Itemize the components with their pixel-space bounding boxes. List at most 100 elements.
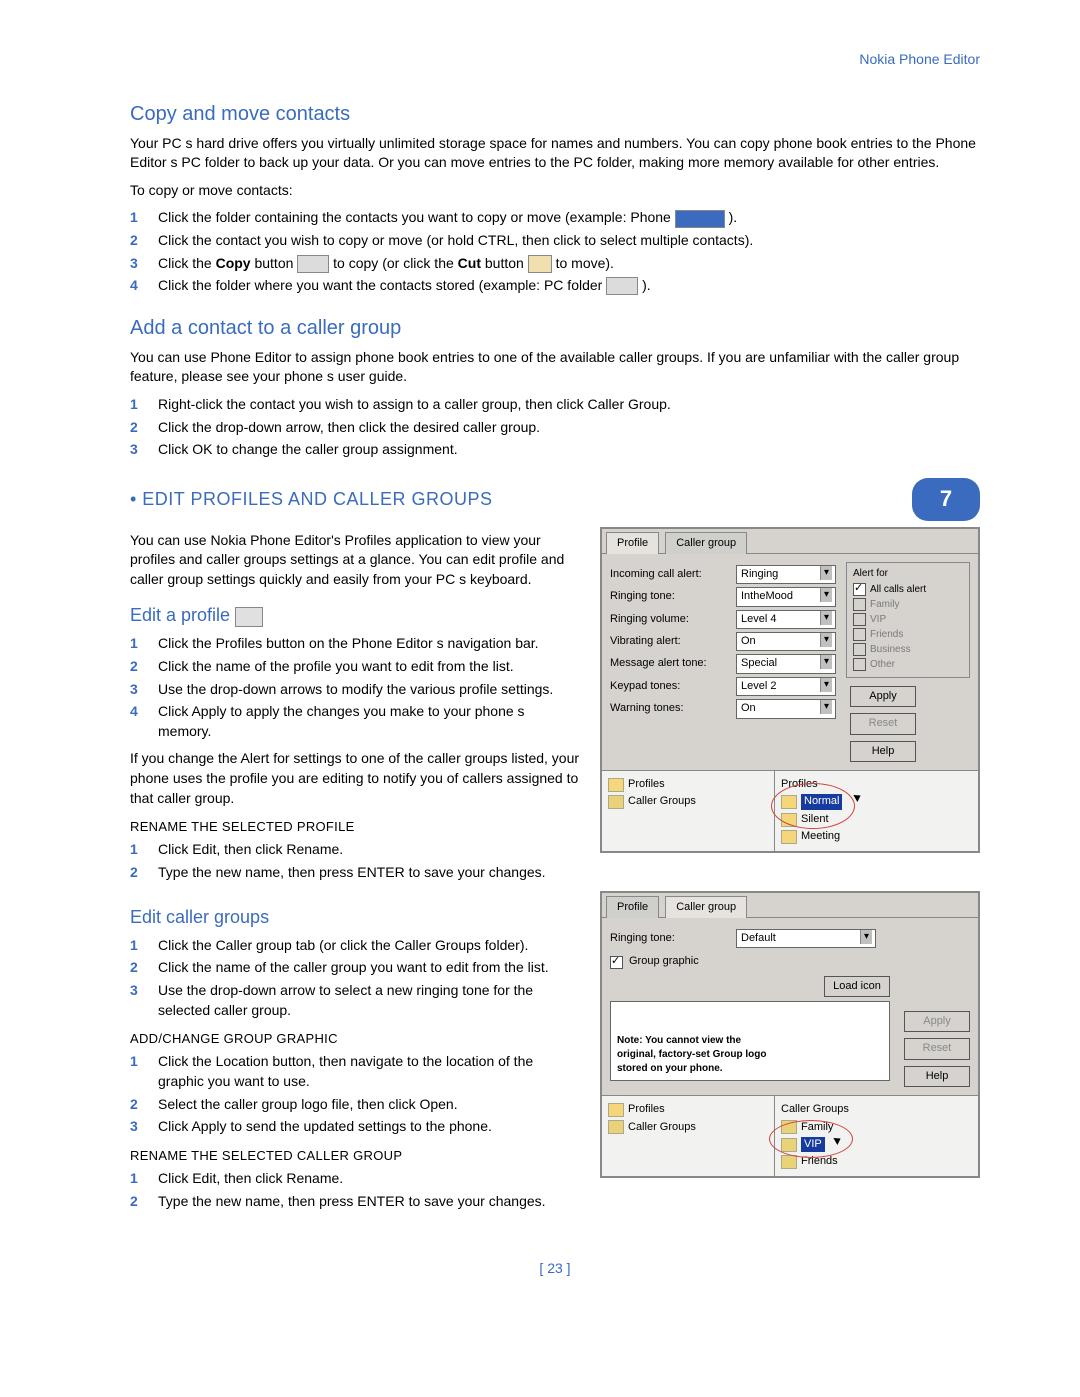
tree-right: Profiles Normal Silent Meeting [775, 771, 978, 851]
chapter-badge: 7 [912, 478, 980, 521]
step-text: Click the Copy button to copy (or click … [158, 254, 614, 274]
tab-profile[interactable]: Profile [606, 532, 659, 554]
checkbox-all-calls[interactable] [853, 583, 866, 596]
phone-folder-icon [675, 210, 725, 228]
step-text: Right-click the contact you wish to assi… [158, 395, 671, 415]
select-message-alert[interactable]: Special [736, 654, 836, 673]
folder-icon [608, 1120, 624, 1134]
select-keypad-tones[interactable]: Level 2 [736, 677, 836, 696]
tree-item-meeting[interactable]: Meeting [801, 829, 840, 844]
subheading: RENAME THE SELECTED CALLER GROUP [130, 1147, 580, 1165]
step-num: 4 [130, 702, 144, 741]
label: VIP [870, 613, 886, 627]
help-button[interactable]: Help [850, 741, 916, 762]
select-incoming-alert[interactable]: Ringing [736, 565, 836, 584]
text: Edit a profile [130, 605, 230, 625]
load-icon-button[interactable]: Load icon [824, 976, 890, 997]
group-icon [781, 1120, 797, 1134]
reset-button[interactable]: Reset [850, 713, 916, 734]
steps-copy-move: 1 Click the folder containing the contac… [130, 208, 980, 295]
graphic-preview: Note: You cannot view the original, fact… [610, 1001, 890, 1081]
screenshot-caller-group-panel: Profile Caller group Ringing tone: Defau… [600, 891, 980, 1179]
step-text: Click the Location button, then navigate… [158, 1052, 580, 1091]
select-ringing-tone[interactable]: Default [736, 929, 876, 948]
tree-item-caller-groups[interactable]: Caller Groups [628, 1120, 696, 1135]
tree-item-normal[interactable]: Normal [801, 794, 842, 809]
tree-item-family[interactable]: Family [801, 1120, 833, 1135]
tree-header: Profiles [781, 777, 818, 792]
steps-edit-caller-groups: 1Click the Caller group tab (or click th… [130, 936, 580, 1020]
paragraph: You can use Nokia Phone Editor's Profile… [130, 531, 580, 590]
tree-item-profiles[interactable]: Profiles [628, 1102, 665, 1117]
profile-icon [235, 607, 263, 627]
label: Warning tones: [610, 701, 730, 716]
step-text: Click Apply to apply the changes you mak… [158, 702, 580, 741]
tree-item-friends[interactable]: Friends [801, 1154, 838, 1169]
alert-for-group: Alert for All calls alert Family VIP Fri… [846, 562, 970, 678]
subheading: RENAME THE SELECTED PROFILE [130, 818, 580, 836]
text: Your PC s hard drive offers you virtuall… [130, 135, 976, 171]
step-text: Click the Profiles button on the Phone E… [158, 634, 539, 654]
checkbox-group-graphic[interactable] [610, 956, 623, 969]
paragraph: Your PC s hard drive offers you virtuall… [130, 134, 980, 173]
tab-caller-group[interactable]: Caller group [665, 896, 747, 918]
label: Message alert tone: [610, 656, 730, 671]
step-text: Click the contact you wish to copy or mo… [158, 231, 753, 251]
select-ringing-volume[interactable]: Level 4 [736, 610, 836, 629]
step-num: 2 [130, 231, 144, 251]
heading-copy-move: Copy and move contacts [130, 100, 980, 128]
checkbox-vip[interactable] [853, 613, 866, 626]
label: Family [870, 598, 899, 612]
help-button[interactable]: Help [904, 1066, 970, 1087]
label: Friends [870, 628, 903, 642]
folder-icon [608, 778, 624, 792]
select-ringing-tone[interactable]: IntheMood [736, 587, 836, 606]
cut-button-icon [528, 255, 552, 273]
step-num: 1 [130, 395, 144, 415]
step-text: Click Apply to send the updated settings… [158, 1117, 492, 1137]
step-text: Click the drop-down arrow, then click th… [158, 418, 540, 438]
reset-button[interactable]: Reset [904, 1038, 970, 1059]
tree-left: Profiles Caller Groups [602, 1096, 775, 1176]
step-text: Click the name of the profile you want t… [158, 657, 514, 677]
tab-caller-group[interactable]: Caller group [665, 532, 747, 554]
group-icon [781, 1138, 797, 1152]
tab-profile[interactable]: Profile [606, 896, 659, 918]
screenshot-profile-panel: Profile Caller group Incoming call alert… [600, 527, 980, 854]
tree-left: Profiles Caller Groups [602, 771, 775, 851]
step-num: 1 [130, 1169, 144, 1189]
checkbox-business[interactable] [853, 643, 866, 656]
note-text: Note: You cannot view the original, fact… [617, 1034, 777, 1076]
section-title: • EDIT PROFILES AND CALLER GROUPS [130, 487, 493, 512]
step-num: 2 [130, 1095, 144, 1115]
page-number: [ 23 ] [130, 1259, 980, 1279]
paragraph: To copy or move contacts: [130, 181, 980, 201]
checkbox-family[interactable] [853, 598, 866, 611]
step-text: Click OK to change the caller group assi… [158, 440, 458, 460]
label: Business [870, 643, 911, 657]
step-text: Type the new name, then press ENTER to s… [158, 863, 546, 883]
tree-right: Caller Groups Family VIP Friends [775, 1096, 978, 1176]
apply-button[interactable]: Apply [850, 686, 916, 707]
step-text: Click the name of the caller group you w… [158, 958, 549, 978]
step-num: 1 [130, 1052, 144, 1091]
label: Ringing volume: [610, 612, 730, 627]
tree-item-profiles[interactable]: Profiles [628, 777, 665, 792]
tree-item-silent[interactable]: Silent [801, 812, 829, 827]
step-num: 1 [130, 936, 144, 956]
checkbox-friends[interactable] [853, 628, 866, 641]
tree-item-vip[interactable]: VIP [801, 1137, 825, 1152]
steps-edit-profile: 1Click the Profiles button on the Phone … [130, 634, 580, 741]
step-num: 2 [130, 1192, 144, 1212]
select-vibrating-alert[interactable]: On [736, 632, 836, 651]
label: Ringing tone: [610, 931, 730, 946]
pc-folder-icon [606, 277, 638, 295]
step-num: 2 [130, 958, 144, 978]
select-warning-tones[interactable]: On [736, 699, 836, 718]
label: Incoming call alert: [610, 567, 730, 582]
label: Group graphic [629, 954, 699, 969]
tree-item-caller-groups[interactable]: Caller Groups [628, 794, 696, 809]
checkbox-other[interactable] [853, 658, 866, 671]
step-text: Click the folder where you want the cont… [158, 276, 651, 296]
apply-button[interactable]: Apply [904, 1011, 970, 1032]
